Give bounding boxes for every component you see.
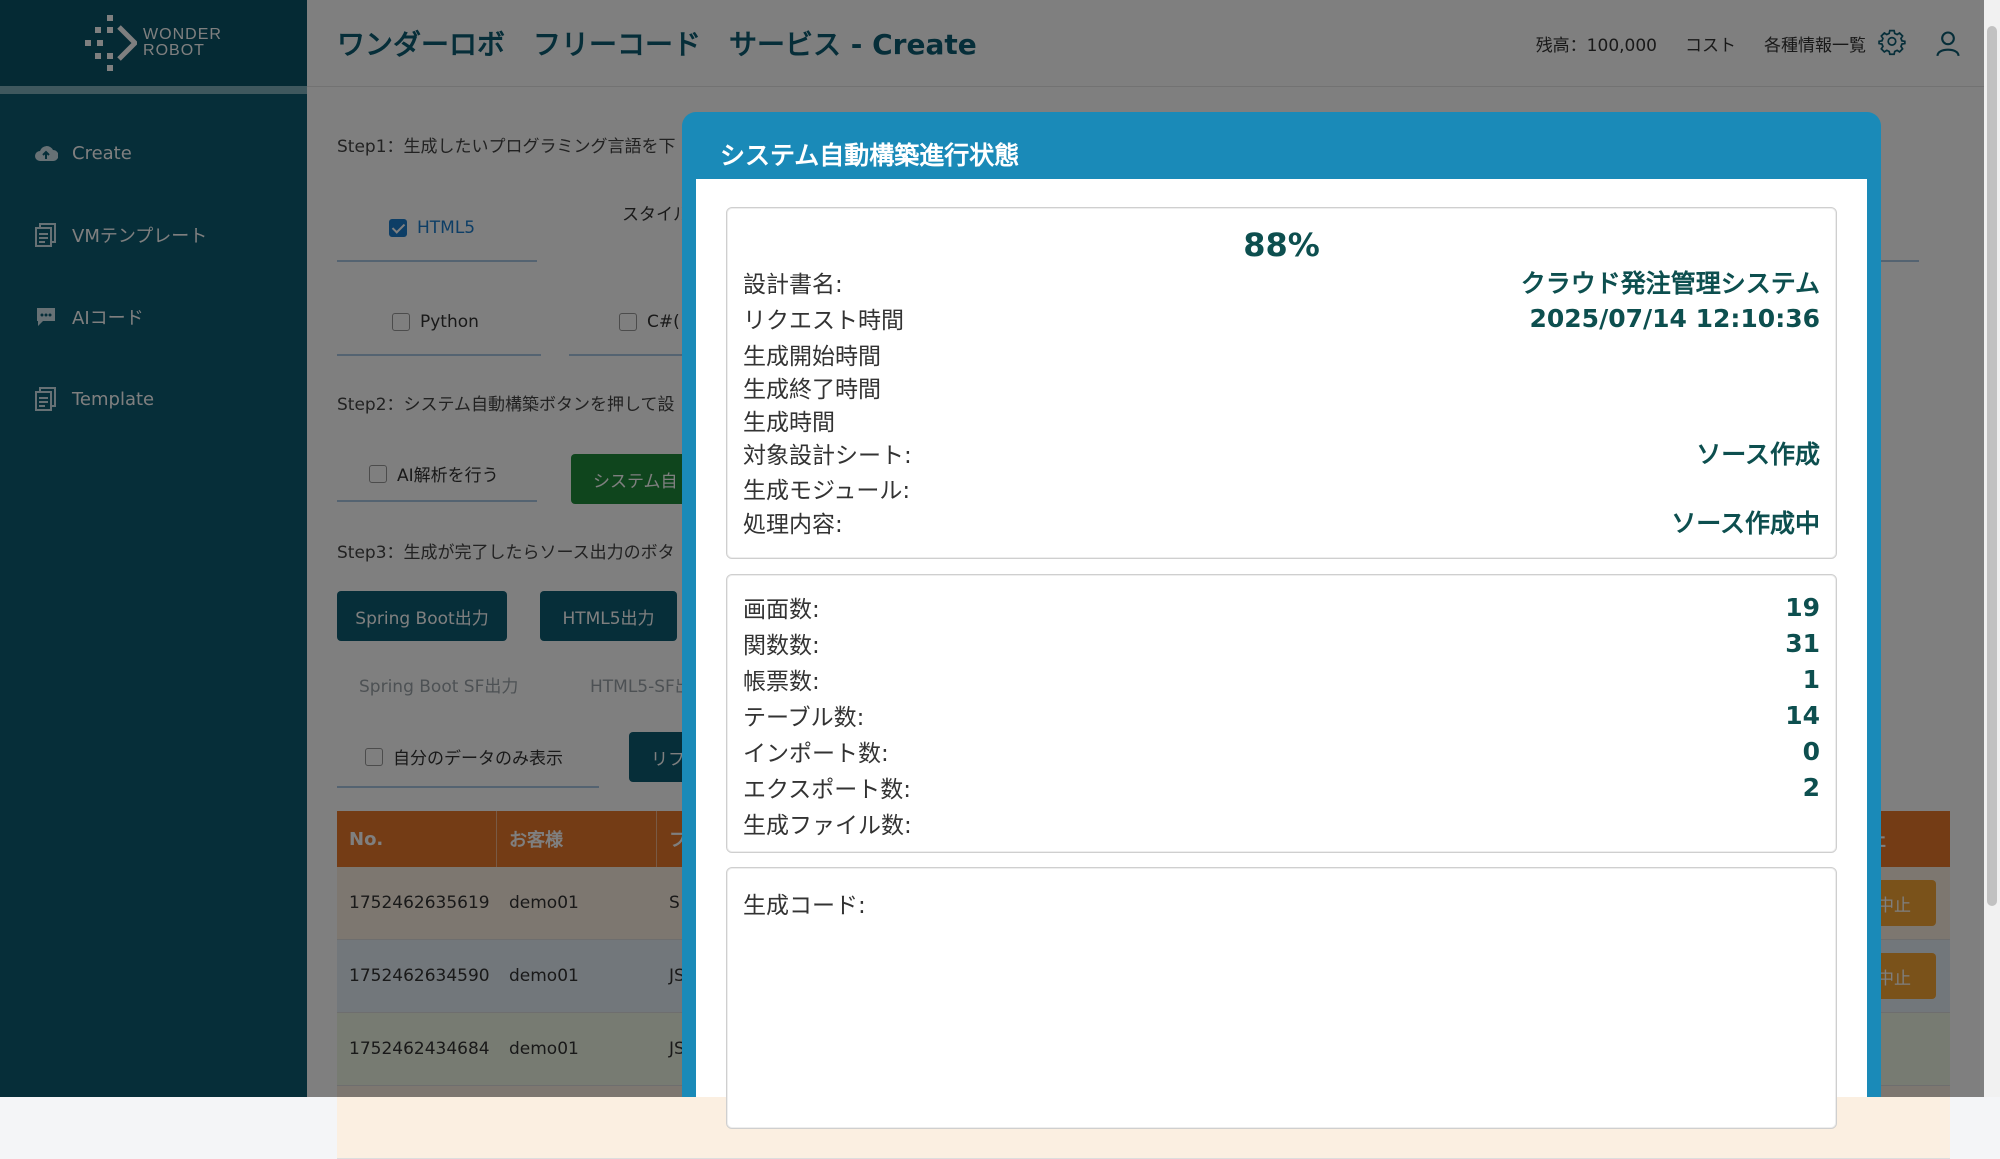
info-value: 2025/07/14 12:10:36 — [1529, 303, 1821, 333]
page-scrollbar[interactable] — [1984, 0, 2000, 1097]
count-row-functions: 関数数: 31 — [743, 627, 1820, 660]
info-label: 生成時間 — [743, 410, 835, 436]
info-value: ソース作成中 — [1671, 509, 1820, 538]
count-row-files: 生成ファイル数: — [743, 807, 1820, 839]
count-label: テーブル数: — [743, 705, 865, 731]
info-row-target-sheet: 対象設計シート: ソース作成 — [743, 437, 1820, 469]
info-row-module: 生成モジュール: — [743, 472, 1820, 504]
count-value: 19 — [1785, 592, 1820, 622]
count-value: 14 — [1785, 700, 1820, 730]
generated-code-card[interactable]: 生成コード: — [726, 867, 1837, 1129]
info-row-end-time: 生成終了時間 — [743, 371, 1820, 403]
count-value: 2 — [1802, 772, 1820, 802]
info-row-duration: 生成時間 — [743, 404, 1820, 436]
info-card: 88% 設計書名: クラウド発注管理システム リクエスト時間 2025/07/1… — [726, 207, 1837, 559]
count-label: 帳票数: — [743, 669, 820, 695]
count-label: インポート数: — [743, 741, 889, 767]
count-label: エクスポート数: — [743, 777, 912, 803]
count-row-exports: エクスポート数: 2 — [743, 771, 1820, 804]
progress-percent: 88% — [1243, 226, 1320, 264]
info-label: 設計書名: — [743, 272, 843, 298]
info-row-design-name: 設計書名: クラウド発注管理システム — [743, 266, 1820, 298]
count-row-reports: 帳票数: 1 — [743, 663, 1820, 696]
info-label: 生成モジュール: — [743, 478, 911, 504]
count-label: 画面数: — [743, 597, 820, 623]
count-label: 関数数: — [743, 633, 820, 659]
info-label: 対象設計シート: — [743, 443, 912, 469]
info-row-request-time: リクエスト時間 2025/07/14 12:10:36 — [743, 302, 1821, 335]
scrollbar-thumb[interactable] — [1987, 26, 1997, 906]
count-row-imports: インポート数: 0 — [743, 735, 1820, 768]
progress-modal: システム自動構築進行状態 88% 設計書名: クラウド発注管理システム リクエス… — [682, 112, 1881, 1129]
info-value: ソース作成 — [1696, 440, 1820, 469]
generated-code-label: 生成コード: — [743, 893, 866, 919]
info-label: 生成終了時間 — [743, 377, 881, 403]
info-label: 生成開始時間 — [743, 344, 881, 370]
count-value: 1 — [1802, 664, 1820, 694]
modal-body: 88% 設計書名: クラウド発注管理システム リクエスト時間 2025/07/1… — [696, 179, 1867, 1129]
count-row-tables: テーブル数: 14 — [743, 699, 1820, 732]
info-label: リクエスト時間 — [743, 308, 904, 334]
count-label: 生成ファイル数: — [743, 813, 912, 839]
count-value: 31 — [1785, 628, 1820, 658]
info-label: 処理内容: — [743, 512, 843, 538]
count-row-screens: 画面数: 19 — [743, 591, 1820, 624]
modal-title: システム自動構築進行状態 — [720, 141, 1020, 170]
info-row-process: 処理内容: ソース作成中 — [743, 506, 1820, 538]
info-value: クラウド発注管理システム — [1520, 269, 1820, 298]
count-value: 0 — [1802, 736, 1820, 766]
counts-card: 画面数: 19 関数数: 31 帳票数: 1 テーブル数: 14 インポート数:… — [726, 574, 1837, 853]
info-row-start-time: 生成開始時間 — [743, 338, 1820, 370]
